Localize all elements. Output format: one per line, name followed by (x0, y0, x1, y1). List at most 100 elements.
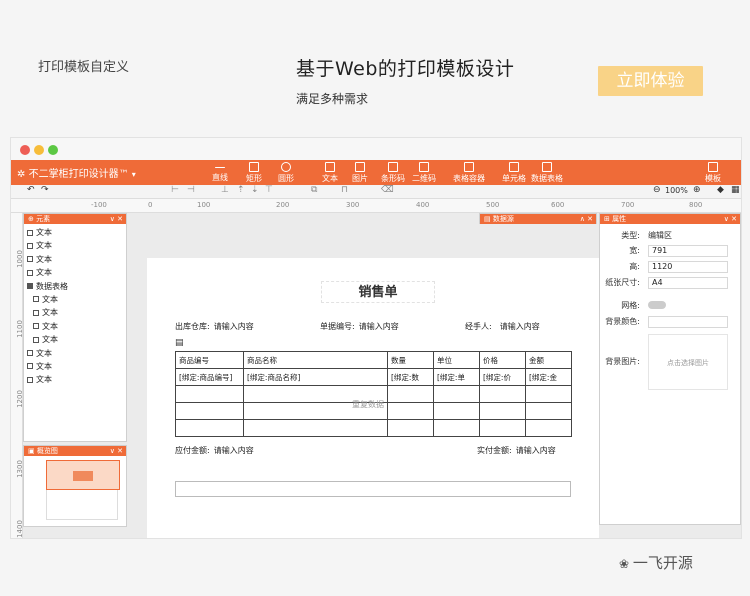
text-icon (27, 350, 33, 357)
overview-thumbnail[interactable] (46, 460, 120, 520)
tool-text[interactable]: 文本 (322, 161, 338, 184)
panel-controls[interactable]: ∨ ✕ (724, 214, 737, 224)
binding-cell[interactable]: [绑定:价 (479, 368, 526, 386)
element-item[interactable]: 文本 (27, 293, 126, 306)
tool-data-table[interactable]: 数据表格 (531, 161, 563, 184)
try-now-button[interactable]: 立即体验 (598, 66, 703, 96)
table-cell[interactable] (387, 402, 434, 420)
element-item[interactable]: 文本 (27, 333, 126, 346)
tool-barcode[interactable]: 条形码 (381, 161, 405, 184)
column-header[interactable]: 商品名称 (243, 351, 388, 369)
payable-field[interactable]: 应付金额: 请输入内容 (175, 445, 254, 456)
table-cell[interactable] (479, 402, 526, 420)
column-header[interactable]: 数量 (387, 351, 434, 369)
tool-table-container[interactable]: 表格容器 (453, 161, 485, 184)
document-title[interactable]: 销售单 (321, 281, 435, 303)
width-input[interactable]: 791 (648, 245, 728, 257)
align-center-icon[interactable]: ⊣ (187, 185, 195, 195)
table-cell[interactable] (387, 419, 434, 437)
column-header[interactable]: 价格 (479, 351, 526, 369)
paper-size-select[interactable]: A4 (648, 277, 728, 289)
table-handle-icon[interactable]: ▤ (175, 338, 184, 348)
zoom-in-icon[interactable]: ⊕ (693, 185, 701, 195)
warehouse-field[interactable]: 出库仓库: 请输入内容 (175, 321, 254, 332)
handler-field[interactable]: 经手人: 请输入内容 (465, 321, 540, 332)
panel-controls[interactable]: ∨ ✕ (110, 214, 123, 224)
element-item[interactable]: 文本 (27, 320, 126, 333)
element-item[interactable]: 文本 (27, 266, 126, 279)
column-header[interactable]: 金额 (525, 351, 572, 369)
element-item[interactable]: 文本 (27, 360, 126, 373)
tool-qrcode[interactable]: 二维码 (412, 161, 436, 184)
lock-icon[interactable]: ⊓ (341, 185, 348, 195)
text-icon (33, 309, 39, 316)
element-item[interactable]: 文本 (27, 347, 126, 360)
sales-table[interactable]: 商品编号 商品名称 数量 单位 价格 金额 [绑定:商品编号] [绑定:商品名称… (175, 351, 572, 437)
binding-cell[interactable]: [绑定:商品编号] (175, 368, 244, 386)
bgimage-picker[interactable]: 点击选择图片 (648, 334, 728, 390)
properties-icon: ⊞ (604, 215, 613, 223)
table-header-row: 商品编号 商品名称 数量 单位 价格 金额 (175, 351, 572, 369)
table-cell[interactable] (479, 385, 526, 403)
binding-cell[interactable]: [绑定:商品名称] (243, 368, 388, 386)
minimize-window-button[interactable] (34, 145, 44, 155)
table-cell[interactable] (175, 402, 244, 420)
horizontal-ruler: -100 0 100 200 300 400 500 600 700 800 (11, 199, 741, 213)
grid-toggle[interactable] (648, 301, 666, 309)
element-item[interactable]: 数据表格 (27, 280, 126, 293)
binding-cell[interactable]: [绑定:单 (433, 368, 480, 386)
table-cell[interactable] (433, 419, 480, 437)
column-header[interactable]: 商品编号 (175, 351, 244, 369)
maximize-window-button[interactable] (48, 145, 58, 155)
tool-image[interactable]: 图片 (352, 161, 368, 184)
align-top-icon[interactable]: ⊥ (221, 185, 229, 195)
layers-icon[interactable]: ◆ (717, 185, 724, 195)
table-cell[interactable] (525, 385, 572, 403)
align-left-icon[interactable]: ⊢ (171, 185, 179, 195)
delete-icon[interactable]: ⌫ (381, 185, 394, 195)
table-cell[interactable] (479, 419, 526, 437)
redo-icon[interactable]: ↷ (41, 185, 49, 195)
table-cell[interactable] (243, 419, 388, 437)
datasource-panel: ▤ 数据源 ∧ ✕ (479, 213, 597, 224)
move-down-icon[interactable]: ⇣ (251, 185, 259, 195)
table-cell[interactable] (433, 402, 480, 420)
order-no-field[interactable]: 单据编号: 请输入内容 (320, 321, 399, 332)
table-cell[interactable] (525, 419, 572, 437)
move-up-icon[interactable]: ⇡ (237, 185, 245, 195)
column-header[interactable]: 单位 (433, 351, 480, 369)
tool-line[interactable]: 直线 (212, 161, 228, 183)
print-page[interactable]: 销售单 出库仓库: 请输入内容 单据编号: 请输入内容 经手人: 请输入内容 ▤ 商品… (147, 258, 599, 538)
tool-circle[interactable]: 圆形 (278, 161, 294, 184)
table-cell[interactable] (175, 419, 244, 437)
zoom-icon[interactable]: ⊖ (653, 185, 661, 195)
undo-icon[interactable]: ↶ (27, 185, 35, 195)
tool-cell[interactable]: 单元格 (502, 161, 526, 184)
bgcolor-input[interactable] (648, 316, 728, 328)
element-item[interactable]: 文本 (27, 253, 126, 266)
element-item[interactable]: 文本 (27, 226, 126, 239)
tool-template[interactable]: 模板 (705, 161, 721, 184)
binding-cell[interactable]: [绑定:金 (525, 368, 572, 386)
table-cell[interactable] (433, 385, 480, 403)
height-input[interactable]: 1120 (648, 261, 728, 273)
element-item[interactable]: 文本 (27, 306, 126, 319)
footer-box[interactable] (175, 481, 571, 497)
binding-cell[interactable]: [绑定:数 (387, 368, 434, 386)
element-item[interactable]: 文本 (27, 373, 126, 386)
table-cell[interactable] (387, 385, 434, 403)
elements-icon: ⊕ (28, 215, 37, 223)
paid-field[interactable]: 实付金额: 请输入内容 (477, 445, 556, 456)
close-window-button[interactable] (20, 145, 30, 155)
tool-rectangle[interactable]: 矩形 (246, 161, 262, 184)
panel-controls[interactable]: ∨ ✕ (110, 446, 123, 456)
align-bottom-icon[interactable]: ⊤ (265, 185, 273, 195)
table-cell[interactable] (525, 402, 572, 420)
settings-icon[interactable]: ✲ (17, 169, 25, 180)
copy-icon[interactable]: ⧉ (311, 185, 317, 195)
panel-controls[interactable]: ∧ ✕ (580, 214, 593, 224)
grid-view-icon[interactable]: ▦ (731, 185, 740, 195)
element-item[interactable]: 文本 (27, 239, 126, 252)
chevron-down-icon[interactable]: ▾ (132, 170, 136, 179)
table-cell[interactable] (175, 385, 244, 403)
